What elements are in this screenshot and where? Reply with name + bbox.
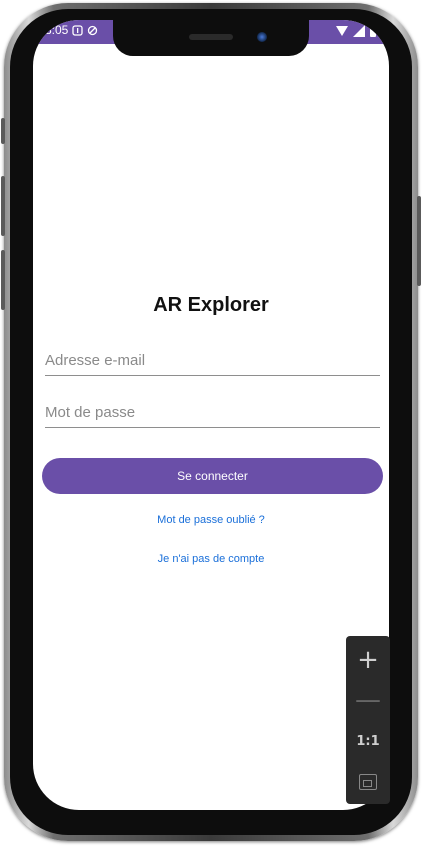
no-account-link[interactable]: Je n'ai pas de compte (33, 553, 389, 565)
battery-icon (370, 25, 376, 37)
phone-side-button-volume-down (1, 250, 5, 310)
email-field[interactable] (45, 348, 380, 376)
speaker-grille (189, 34, 233, 40)
password-field[interactable] (45, 400, 380, 428)
zoom-reset-button[interactable]: 1:1 (346, 722, 390, 762)
forgot-password-link[interactable]: Mot de passe oublié ? (33, 514, 389, 526)
zoom-out-button[interactable]: — (346, 680, 390, 720)
page: 8:05 AR Explorer Adresse e-mail Se conne… (0, 0, 422, 846)
fit-screen-icon (359, 774, 377, 790)
phone-side-button-volume-up (1, 176, 5, 236)
phone-screen: 8:05 AR Explorer Adresse e-mail Se conne… (33, 20, 389, 810)
status-time: 8:05 (45, 23, 69, 37)
zoom-controls: + — 1:1 (346, 636, 390, 804)
status-bar-right (335, 24, 377, 38)
front-camera (257, 32, 267, 42)
phone-side-button-silent (1, 118, 5, 144)
signal-icon (353, 25, 365, 37)
sync-icon (88, 25, 98, 35)
fit-screen-button[interactable] (346, 762, 390, 802)
phone-side-button-power (417, 196, 421, 286)
notification-icon (72, 24, 84, 36)
login-button[interactable]: Se connecter (42, 458, 383, 494)
zoom-in-button[interactable]: + (346, 640, 390, 680)
camera-notch (113, 20, 309, 56)
status-bar-left: 8:05 (45, 23, 98, 37)
app-title: AR Explorer (153, 294, 269, 316)
wifi-icon (336, 26, 348, 36)
